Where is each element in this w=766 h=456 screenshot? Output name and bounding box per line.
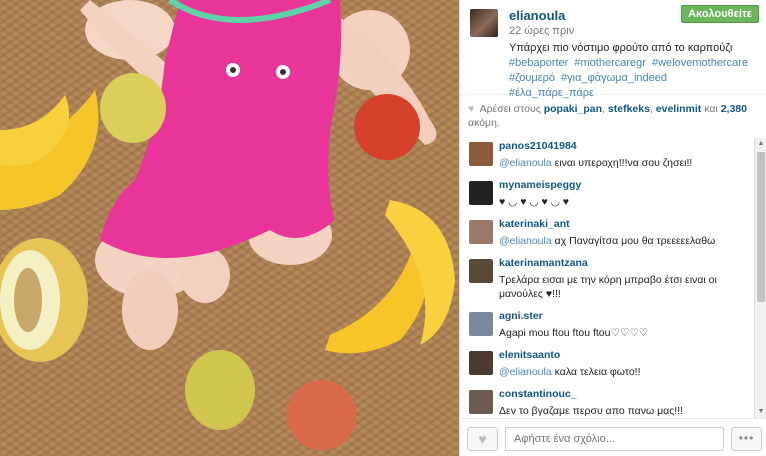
comment-text: Δεν το βγαζαμε περσυ απο πανω μας!!! — [499, 404, 754, 417]
comment-text: @elianoula ειναι υπεροχη!!!να σου ζησει!… — [499, 156, 754, 170]
comment-item: elenitsaanto @elianoula καλα τελεια φωτο… — [460, 349, 754, 379]
comment-item: agni.ster Agapi mou ftou ftou ftou♡♡♡♡ — [460, 310, 754, 340]
comment-text: Τρελάρα εισαι με την κόρη μπραβο έτσι ει… — [499, 273, 754, 301]
hashtag-link[interactable]: #bebaporter — [509, 57, 568, 69]
commenter-avatar[interactable] — [469, 351, 493, 375]
comment-text: ♥ ◡ ♥ ◡ ♥ ◡ ♥ — [499, 195, 754, 209]
commenter-avatar[interactable] — [469, 259, 493, 283]
comment-body: Τρελάρα εισαι με την κόρη μπραβο έτσι ει… — [499, 274, 717, 300]
commenter-avatar[interactable] — [469, 142, 493, 166]
comment-mention[interactable]: @elianoula — [499, 235, 552, 247]
commenter-username[interactable]: katerinamantzana — [499, 257, 754, 270]
commenter-username[interactable]: katerinaki_ant — [499, 218, 754, 231]
commenter-avatar[interactable] — [469, 312, 493, 336]
comment-input[interactable] — [505, 427, 724, 451]
comments-scrollbar[interactable]: ▲ ▼ — [754, 138, 766, 418]
comment-body: ♥ ◡ ♥ ◡ ♥ ◡ ♥ — [499, 196, 569, 208]
heart-icon: ♥ — [478, 431, 487, 447]
liker-link[interactable]: stefkeks — [608, 103, 650, 115]
scroll-down-arrow-icon[interactable]: ▼ — [755, 406, 766, 418]
post-photo — [0, 0, 459, 456]
photo-illustration — [0, 0, 455, 450]
commenter-avatar[interactable] — [469, 220, 493, 244]
comment-item: katerinaki_ant @elianoula αχ Παναγίτσα μ… — [460, 218, 754, 248]
comment-mention[interactable]: @elianoula — [499, 366, 552, 378]
like-button[interactable]: ♥ — [467, 427, 498, 451]
post-sidebar: elianoula Ακολουθείτε 22 ώρες πριν Υπάρχ… — [459, 0, 766, 456]
likes-and: και — [704, 103, 718, 115]
caption-text: Υπάρχει πιο νόστιμο φρούτο από το καρπού… — [509, 42, 733, 54]
heart-icon: ♥ — [468, 103, 475, 115]
commenter-username[interactable]: elenitsaanto — [499, 349, 754, 362]
comments-list: panos21041984 @elianoula ειναι υπεροχη!!… — [460, 140, 754, 417]
commenter-avatar[interactable] — [469, 181, 493, 205]
liker-link[interactable]: evelinmit — [656, 103, 702, 115]
hashtag-link[interactable]: #welovemothercare — [652, 57, 748, 69]
comment-item: constantinouc_ Δεν το βγαζαμε περσυ απο … — [460, 388, 754, 417]
comment-mention[interactable]: @elianoula — [499, 157, 552, 169]
hashtag-link[interactable]: #έλα_πάρε_πάρε — [509, 87, 594, 99]
follow-button[interactable]: Ακολουθείτε — [681, 5, 759, 23]
likes-summary: ♥ Αρέσει στους popaki_pan, stefkeks, eve… — [468, 103, 747, 129]
comment-item: mynameispeggy ♥ ◡ ♥ ◡ ♥ ◡ ♥ — [460, 179, 754, 209]
commenter-username[interactable]: mynameispeggy — [499, 179, 754, 192]
likes-count[interactable]: 2,380 — [721, 103, 747, 115]
scroll-up-arrow-icon[interactable]: ▲ — [755, 138, 766, 150]
hashtag-link[interactable]: #για_φάγωμα_indeed — [561, 72, 667, 84]
comment-body: Δεν το βγαζαμε περσυ απο πανω μας!!! — [499, 405, 684, 417]
scrollbar-thumb[interactable] — [757, 152, 765, 302]
user-avatar[interactable] — [470, 9, 498, 37]
hashtag-link[interactable]: #ζουμερό — [509, 72, 555, 84]
commenter-username[interactable]: agni.ster — [499, 310, 754, 323]
comment-body: Agapi mou ftou ftou ftou♡♡♡♡ — [499, 327, 649, 339]
likes-suffix: ακόμη. — [468, 117, 500, 129]
commenter-username[interactable]: panos21041984 — [499, 140, 754, 153]
comment-body: αχ Παναγίτσα μου θα τρεεεεελαθω — [551, 235, 716, 247]
post-caption: Υπάρχει πιο νόστιμο φρούτο από το καρπού… — [509, 41, 759, 101]
commenter-username[interactable]: constantinouc_ — [499, 388, 754, 401]
post-header: elianoula Ακολουθείτε 22 ώρες πριν Υπάρχ… — [460, 0, 766, 99]
more-options-button[interactable]: ••• — [731, 427, 762, 451]
comment-item: panos21041984 @elianoula ειναι υπεροχη!!… — [460, 140, 754, 170]
commenter-avatar[interactable] — [469, 390, 493, 414]
comment-body: καλα τελεια φωτο!! — [551, 366, 641, 378]
comment-body: ειναι υπεροχη!!!να σου ζησει!! — [551, 157, 693, 169]
comment-text: @elianoula αχ Παναγίτσα μου θα τρεεεεελα… — [499, 234, 754, 248]
likes-prefix: Αρέσει στους — [479, 103, 541, 115]
post-username-link[interactable]: elianoula — [509, 8, 565, 23]
comment-text: Agapi mou ftou ftou ftou♡♡♡♡ — [499, 326, 754, 340]
hashtag-link[interactable]: #mothercaregr — [574, 57, 646, 69]
comment-text: @elianoula καλα τελεια φωτο!! — [499, 365, 754, 379]
comment-item: katerinamantzana Τρελάρα εισαι με την κό… — [460, 257, 754, 301]
liker-link[interactable]: popaki_pan — [544, 103, 602, 115]
comment-footer: ♥ ••• — [460, 418, 766, 456]
post-timestamp: 22 ώρες πριν — [509, 25, 575, 37]
